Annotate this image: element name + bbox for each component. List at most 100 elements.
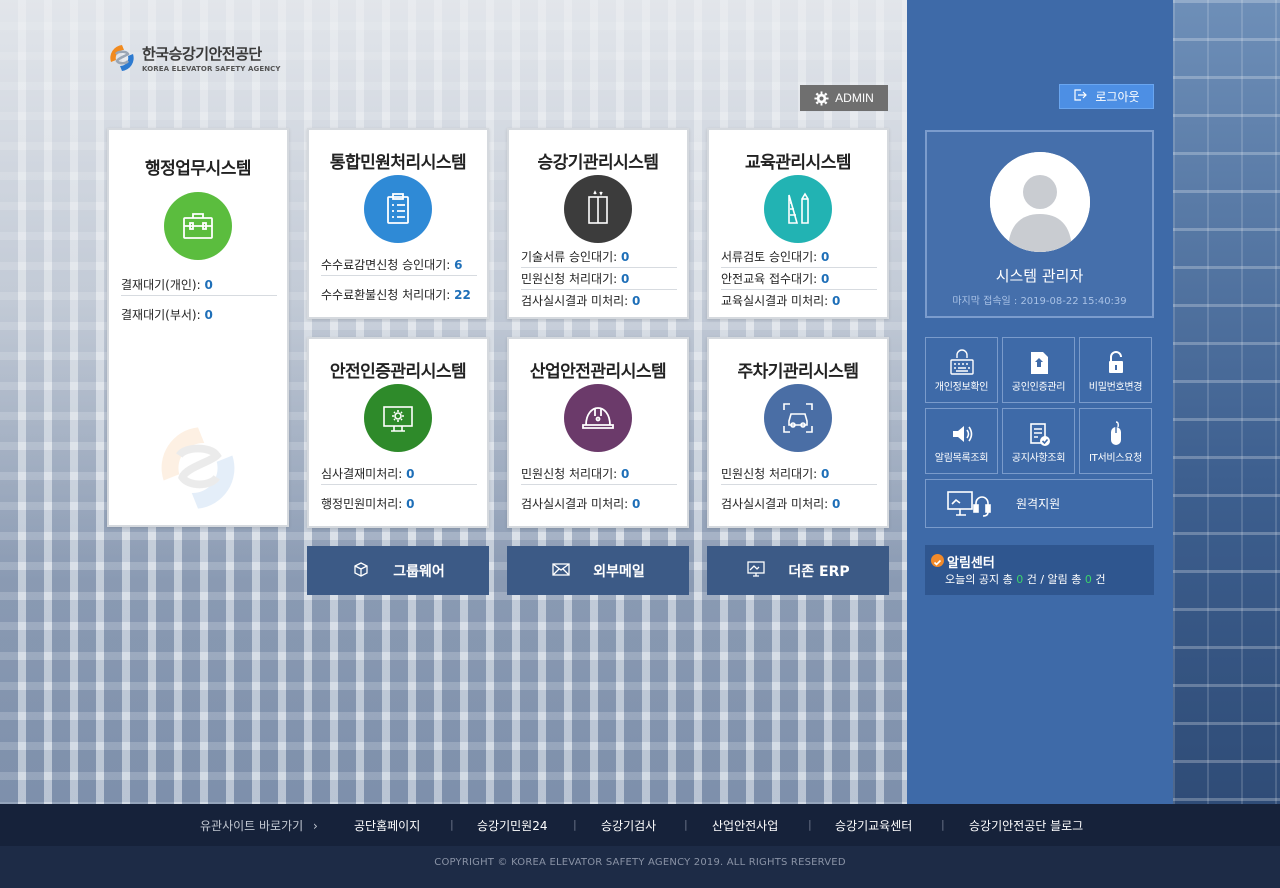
notification-center-title: 알림센터 [947, 556, 995, 571]
parking-car-icon [764, 384, 832, 452]
stat-value: 0 [821, 272, 830, 286]
stat-row[interactable]: 서류검토 승인대기: 0 [721, 246, 877, 268]
douzone-erp-label: 더존 ERP [788, 563, 850, 580]
stat-row[interactable]: 수수료환불신청 처리대기: 22 [321, 284, 477, 306]
stat-label: 민원신청 처리대기: [721, 467, 818, 481]
briefcase-icon [164, 192, 232, 260]
remote-support-button[interactable]: 원격지원 [925, 479, 1153, 528]
logout-button[interactable]: 로그아웃 [1059, 84, 1154, 109]
stat-row[interactable]: 검사실시결과 미처리: 0 [521, 493, 677, 515]
stat-row[interactable]: 민원신청 처리대기: 0 [721, 463, 877, 485]
ruler-pencil-icon [764, 175, 832, 243]
stat-value: 0 [621, 467, 630, 481]
admin-button[interactable]: ADMIN [800, 85, 888, 111]
tile-label: IT서비스요청 [1089, 453, 1142, 464]
stat-row[interactable]: 민원신청 처리대기: 0 [521, 268, 677, 290]
system-card-education[interactable]: 교육관리시스템 서류검토 승인대기: 0 안전교육 접수대기: 0 교육실시결과… [707, 128, 889, 319]
admin-label: ADMIN [835, 91, 874, 105]
hardhat-icon [564, 384, 632, 452]
stat-label: 기술서류 승인대기: [521, 250, 618, 264]
stat-value: 0 [632, 497, 641, 511]
system-card-parking[interactable]: 주차기관리시스템 민원신청 처리대기: 0 검사실시결과 미처리: 0 [707, 337, 889, 528]
stat-label: 심사결재미처리: [321, 467, 403, 481]
copyright: COPYRIGHT © KOREA ELEVATOR SAFETY AGENCY… [0, 846, 1280, 888]
footer-link-education-center[interactable]: 승강기교육센터 [835, 817, 912, 834]
stat-row[interactable]: 기술서류 승인대기: 0 [521, 246, 677, 268]
brand-logo[interactable]: 한국승강기안전공단 KOREA ELEVATOR SAFETY AGENCY [106, 42, 281, 74]
stat-row[interactable]: 안전교육 접수대기: 0 [721, 268, 877, 290]
stat-label: 결재대기(개인): [121, 278, 201, 292]
stat-row[interactable]: 수수료감면신청 승인대기: 6 [321, 254, 477, 276]
card-title: 행정업무시스템 [145, 159, 251, 179]
stat-value: 6 [454, 258, 463, 272]
cube-icon [351, 559, 371, 583]
background-building-right [1173, 0, 1280, 804]
system-card-elevator[interactable]: 승강기관리시스템 기술서류 승인대기: 0 민원신청 처리대기: 0 검사실시결… [507, 128, 689, 319]
stat-row[interactable]: 교육실시결과 미처리: 0 [721, 290, 877, 312]
alert-count: 0 [1084, 573, 1092, 586]
it-service-request-button[interactable]: IT서비스요청 [1079, 408, 1152, 474]
stat-row[interactable]: 심사결재미처리: 0 [321, 463, 477, 485]
stat-row[interactable]: 결재대기(개인): 0 [121, 274, 277, 296]
stat-value: 0 [204, 278, 213, 292]
stat-row[interactable]: 검사실시결과 미처리: 0 [521, 290, 677, 312]
footer-link-industrial-safety[interactable]: 산업안전사업 [712, 817, 778, 834]
groupware-button[interactable]: 그룹웨어 [307, 546, 489, 595]
elevator-icon [564, 175, 632, 243]
stat-label: 민원신청 처리대기: [521, 467, 618, 481]
groupware-label: 그룹웨어 [393, 563, 445, 580]
footer-link-minwon24[interactable]: 승강기민원24 [477, 817, 547, 834]
system-card-admin[interactable]: 행정업무시스템 결재대기(개인): 0 결재대기(부서): 0 [107, 128, 289, 527]
notification-list-button[interactable]: 알림목록조회 [925, 408, 998, 474]
system-card-industrial-safety[interactable]: 산업안전관리시스템 민원신청 처리대기: 0 검사실시결과 미처리: 0 [507, 337, 689, 528]
stat-label: 검사실시결과 미처리: [521, 294, 629, 308]
footer-link-blog[interactable]: 승강기안전공단 블로그 [969, 817, 1083, 834]
notice-text-middle: 건 / 알림 총 [1026, 573, 1082, 586]
stat-row[interactable]: 민원신청 처리대기: 0 [521, 463, 677, 485]
gear-icon [814, 90, 829, 106]
monitor-icon [746, 559, 766, 583]
douzone-erp-button[interactable]: 더존 ERP [707, 546, 889, 595]
chevron-right-icon: › [313, 819, 318, 833]
stat-row[interactable]: 행정민원미처리: 0 [321, 493, 477, 515]
card-title: 안전인증관리시스템 [329, 362, 467, 382]
footer-divider: | [450, 818, 454, 831]
personal-info-button[interactable]: 개인정보확인 [925, 337, 998, 403]
avatar [990, 152, 1090, 252]
logout-icon [1073, 88, 1088, 105]
stat-row[interactable]: 결재대기(부서): 0 [121, 304, 277, 326]
footer-link-homepage[interactable]: 공단홈페이지 [354, 817, 420, 834]
certificate-management-button[interactable]: 공인인증관리 [1002, 337, 1075, 403]
notice-list-button[interactable]: 공지사항조회 [1002, 408, 1075, 474]
external-mail-label: 외부메일 [593, 563, 645, 580]
clipboard-icon [364, 175, 432, 243]
keyboard-lock-icon [947, 348, 977, 378]
logout-label: 로그아웃 [1095, 90, 1140, 104]
change-password-button[interactable]: 비밀번호변경 [1079, 337, 1152, 403]
stat-value: 0 [821, 250, 830, 264]
stat-label: 결재대기(부서): [121, 308, 201, 322]
external-mail-button[interactable]: 외부메일 [507, 546, 689, 595]
stat-label: 행정민원미처리: [321, 497, 403, 511]
related-sites-bar: 유관사이트 바로가기 › 공단홈페이지 | 승강기민원24 | 승강기검사 | … [0, 804, 1280, 846]
system-card-civil-complaint[interactable]: 통합민원처리시스템 수수료감면신청 승인대기: 6 수수료환불신청 처리대기: … [307, 128, 489, 319]
card-title: 교육관리시스템 [745, 153, 851, 173]
stat-value: 0 [406, 467, 415, 481]
profile-card: 시스템 관리자 마지막 접속일 : 2019-08-22 15:40:39 [925, 130, 1154, 318]
stat-value: 0 [621, 250, 630, 264]
notice-check-icon [1024, 419, 1054, 449]
notification-center[interactable]: 알림센터 오늘의 공지 총 0 건 / 알림 총 0 건 [925, 545, 1154, 595]
notification-summary: 오늘의 공지 총 0 건 / 알림 총 0 건 [945, 571, 1106, 587]
footer-divider: | [808, 818, 812, 831]
logo-name-korean: 한국승강기안전공단 [142, 45, 262, 63]
system-card-safety-certification[interactable]: 안전인증관리시스템 심사결재미처리: 0 행정민원미처리: 0 [307, 337, 489, 528]
remote-support-icon [946, 489, 992, 519]
tile-label: 알림목록조회 [934, 453, 989, 464]
watermark-logo-icon [139, 418, 257, 536]
footer-link-inspection[interactable]: 승강기검사 [601, 817, 656, 834]
stat-row[interactable]: 검사실시결과 미처리: 0 [721, 493, 877, 515]
stat-label: 수수료환불신청 처리대기: [321, 288, 451, 302]
stat-value: 0 [832, 497, 841, 511]
notice-text-suffix: 건 [1095, 573, 1106, 586]
card-title: 통합민원처리시스템 [329, 153, 467, 173]
